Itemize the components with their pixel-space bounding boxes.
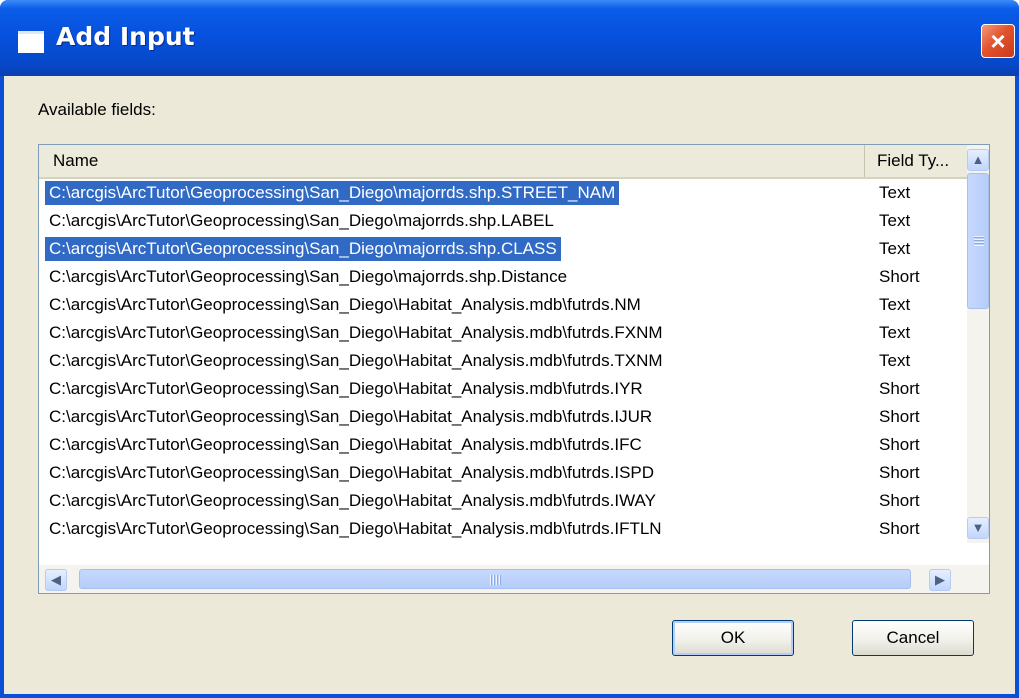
field-type: Text (879, 239, 911, 258)
list-item[interactable]: C:\arcgis\ArcTutor\Geoprocessing\San_Die… (39, 375, 969, 403)
field-type: Text (879, 295, 911, 314)
close-button[interactable]: × (981, 24, 1015, 58)
column-header-field-type[interactable]: Field Ty... (865, 145, 971, 177)
field-type: Short (879, 407, 920, 426)
list-item[interactable]: C:\arcgis\ArcTutor\Geoprocessing\San_Die… (39, 515, 969, 543)
add-input-dialog: Add Input × Available fields: Name Field… (0, 0, 1019, 698)
field-type: Short (879, 379, 920, 398)
field-path: C:\arcgis\ArcTutor\Geoprocessing\San_Die… (49, 519, 662, 538)
scroll-left-button[interactable]: ◀ (45, 569, 67, 591)
available-fields-label: Available fields: (38, 100, 156, 119)
scroll-down-button[interactable]: ▼ (967, 517, 989, 539)
field-path: C:\arcgis\ArcTutor\Geoprocessing\San_Die… (49, 491, 656, 510)
list-rows: C:\arcgis\ArcTutor\Geoprocessing\San_Die… (39, 179, 969, 543)
column-header-name[interactable]: Name (39, 145, 865, 177)
list-item[interactable]: C:\arcgis\ArcTutor\Geoprocessing\San_Die… (39, 235, 969, 263)
grip-icon (974, 236, 984, 246)
list-item[interactable]: C:\arcgis\ArcTutor\Geoprocessing\San_Die… (39, 459, 969, 487)
field-path: C:\arcgis\ArcTutor\Geoprocessing\San_Die… (49, 295, 641, 314)
field-type: Text (879, 183, 911, 202)
list-item[interactable]: C:\arcgis\ArcTutor\Geoprocessing\San_Die… (39, 263, 969, 291)
horizontal-scroll-thumb[interactable] (79, 569, 911, 589)
field-path: C:\arcgis\ArcTutor\Geoprocessing\San_Die… (49, 379, 643, 398)
field-path: C:\arcgis\ArcTutor\Geoprocessing\San_Die… (49, 211, 554, 230)
horizontal-scrollbar[interactable]: ◀ ▶ (39, 565, 989, 593)
field-path: C:\arcgis\ArcTutor\Geoprocessing\San_Die… (49, 267, 568, 286)
list-item[interactable]: C:\arcgis\ArcTutor\Geoprocessing\San_Die… (39, 179, 969, 207)
list-item[interactable]: C:\arcgis\ArcTutor\Geoprocessing\San_Die… (39, 431, 969, 459)
field-type: Short (879, 519, 920, 538)
field-type: Short (879, 267, 920, 286)
window-icon (18, 31, 44, 53)
list-item[interactable]: C:\arcgis\ArcTutor\Geoprocessing\San_Die… (39, 291, 969, 319)
vertical-scroll-thumb[interactable] (967, 173, 989, 309)
vertical-scrollbar[interactable]: ▲ ▼ (967, 145, 989, 543)
list-item[interactable]: C:\arcgis\ArcTutor\Geoprocessing\San_Die… (39, 207, 969, 235)
field-path: C:\arcgis\ArcTutor\Geoprocessing\San_Die… (45, 237, 561, 261)
title-bar[interactable]: Add Input × (0, 0, 1019, 76)
list-item[interactable]: C:\arcgis\ArcTutor\Geoprocessing\San_Die… (39, 487, 969, 515)
list-item[interactable]: C:\arcgis\ArcTutor\Geoprocessing\San_Die… (39, 319, 969, 347)
dialog-body: Available fields: Name Field Ty... C:\ar… (4, 76, 1015, 694)
field-type: Short (879, 491, 920, 510)
ok-button[interactable]: OK (672, 620, 794, 656)
field-path: C:\arcgis\ArcTutor\Geoprocessing\San_Die… (49, 463, 655, 482)
dialog-title: Add Input (56, 22, 195, 51)
scroll-right-button[interactable]: ▶ (929, 569, 951, 591)
field-path: C:\arcgis\ArcTutor\Geoprocessing\San_Die… (49, 351, 663, 370)
cancel-button[interactable]: Cancel (852, 620, 974, 656)
list-item[interactable]: C:\arcgis\ArcTutor\Geoprocessing\San_Die… (39, 403, 969, 431)
list-item[interactable]: C:\arcgis\ArcTutor\Geoprocessing\San_Die… (39, 347, 969, 375)
field-type: Text (879, 323, 911, 342)
field-path: C:\arcgis\ArcTutor\Geoprocessing\San_Die… (49, 407, 653, 426)
field-path: C:\arcgis\ArcTutor\Geoprocessing\San_Die… (45, 181, 620, 205)
field-path: C:\arcgis\ArcTutor\Geoprocessing\San_Die… (49, 435, 642, 454)
field-type: Short (879, 435, 920, 454)
grip-icon (490, 575, 502, 585)
field-type: Text (879, 211, 911, 230)
list-header: Name Field Ty... (39, 145, 971, 179)
field-path: C:\arcgis\ArcTutor\Geoprocessing\San_Die… (49, 323, 663, 342)
fields-list[interactable]: Name Field Ty... C:\arcgis\ArcTutor\Geop… (38, 144, 990, 594)
field-type: Short (879, 463, 920, 482)
scroll-up-button[interactable]: ▲ (967, 149, 989, 171)
field-type: Text (879, 351, 911, 370)
